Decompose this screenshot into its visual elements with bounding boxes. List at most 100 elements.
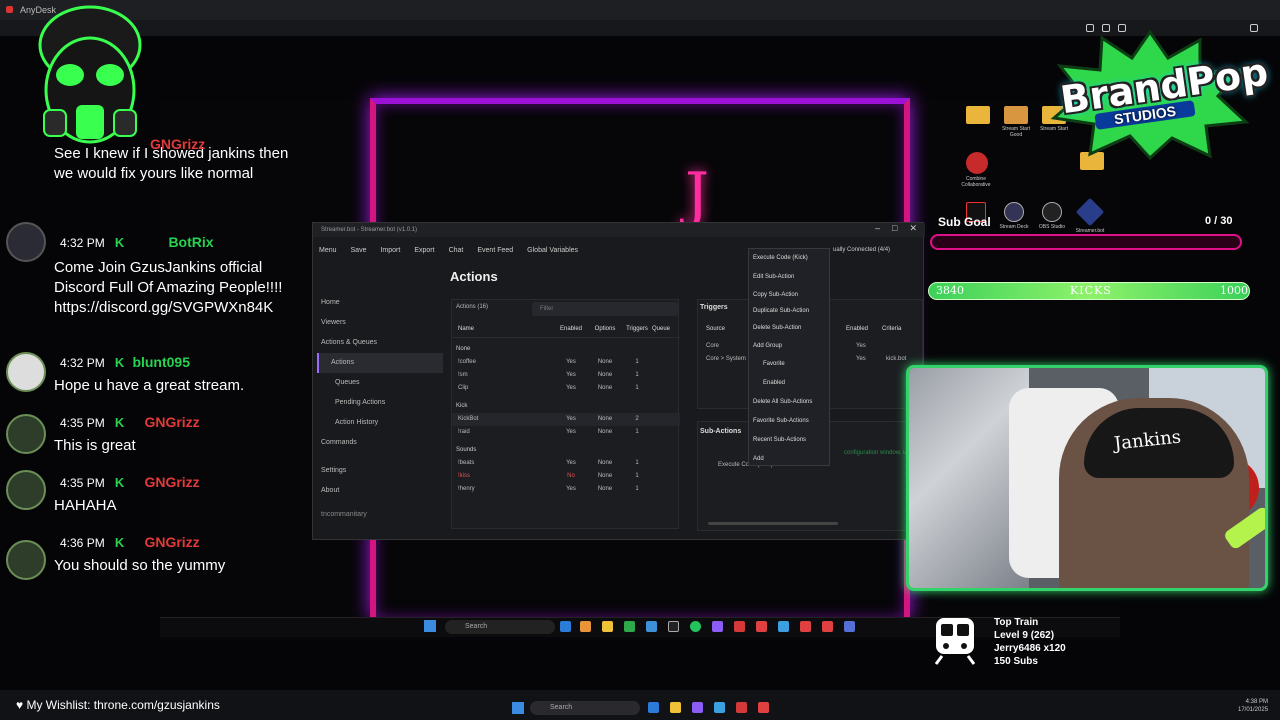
group-header[interactable]: Kick bbox=[452, 399, 680, 413]
export-button[interactable]: Export bbox=[414, 243, 434, 259]
folder-icon[interactable] bbox=[1004, 106, 1028, 124]
host-taskbar-search[interactable]: Search bbox=[530, 701, 640, 715]
app-icon[interactable] bbox=[734, 621, 745, 632]
edge-icon[interactable] bbox=[648, 702, 659, 713]
sidebar-item-about[interactable]: About bbox=[313, 481, 443, 501]
group-header[interactable]: None bbox=[452, 342, 680, 356]
app-icon[interactable] bbox=[778, 621, 789, 632]
table-row[interactable]: !coffee Yes None 1 bbox=[452, 356, 680, 369]
column-header[interactable]: Criteria bbox=[882, 326, 901, 332]
table-row[interactable]: !henry Yes None 1 bbox=[452, 483, 680, 496]
sidebar-item-action-history[interactable]: Action History bbox=[313, 413, 443, 433]
toolbar-icon[interactable] bbox=[1250, 24, 1258, 32]
obs-icon[interactable] bbox=[1042, 202, 1062, 222]
minimize-icon[interactable]: – bbox=[875, 223, 880, 237]
column-header[interactable]: Name bbox=[452, 326, 554, 337]
column-header[interactable]: Enabled bbox=[554, 326, 588, 337]
stream-deck-icon[interactable] bbox=[1004, 202, 1024, 222]
menu-item-copy[interactable]: Copy Sub-Action bbox=[749, 287, 829, 303]
chat-message-header: 4:32 PM K blunt095 bbox=[60, 354, 190, 371]
menu-item-execute-code[interactable]: Execute Code (Kick) bbox=[749, 249, 829, 268]
menu-item-delete-all[interactable]: Delete All Sub-Actions bbox=[749, 393, 829, 412]
folder-icon[interactable] bbox=[966, 106, 990, 124]
message-text: This is great bbox=[54, 437, 136, 454]
table-row[interactable]: !raid Yes None 1 bbox=[452, 426, 680, 439]
filter-input[interactable]: Filter bbox=[532, 302, 678, 316]
column-header[interactable]: Enabled bbox=[846, 326, 882, 332]
explorer-icon[interactable] bbox=[670, 702, 681, 713]
spotify-icon[interactable] bbox=[690, 621, 701, 632]
table-row[interactable]: Clip Yes None 1 bbox=[452, 382, 680, 395]
sub-action-note: configuration window, u bbox=[844, 450, 907, 456]
menu-item-add-group[interactable]: Add Group bbox=[749, 337, 829, 355]
action-enabled: Yes bbox=[566, 416, 576, 422]
app-icon[interactable] bbox=[692, 702, 703, 713]
sidebar-footer-user[interactable]: tncommanitary bbox=[313, 505, 443, 525]
sidebar-item-actions[interactable]: Actions bbox=[317, 353, 443, 373]
windows-start-icon[interactable] bbox=[424, 620, 436, 632]
app-icon[interactable] bbox=[624, 621, 635, 632]
action-enabled: Yes bbox=[566, 429, 576, 435]
app-icon[interactable] bbox=[800, 621, 811, 632]
sidebar-item-pending-actions[interactable]: Pending Actions bbox=[313, 393, 443, 413]
app-icon[interactable] bbox=[580, 621, 591, 632]
table-row[interactable]: !beats Yes None 1 bbox=[452, 457, 680, 470]
avatar bbox=[6, 540, 46, 580]
app-icon[interactable] bbox=[822, 621, 833, 632]
action-name: !raid bbox=[458, 429, 470, 435]
taskbar-search[interactable]: Search bbox=[445, 620, 555, 634]
menu-item-enabled[interactable]: Enabled bbox=[749, 374, 829, 393]
sidebar-item-home[interactable]: Home bbox=[313, 293, 443, 313]
app-icon[interactable] bbox=[736, 702, 747, 713]
table-row[interactable]: KickBot Yes None 2 bbox=[452, 413, 680, 426]
group-header[interactable]: Sounds bbox=[452, 443, 680, 457]
action-triggers: 1 bbox=[635, 359, 639, 365]
action-options: None bbox=[597, 359, 613, 365]
edge-icon[interactable] bbox=[560, 621, 571, 632]
close-icon[interactable]: ✕ bbox=[909, 223, 917, 237]
connection-status: ually Connected (4/4) bbox=[833, 247, 891, 253]
menu-item-favorite[interactable]: Favorite bbox=[749, 355, 829, 374]
sidebar-item-viewers[interactable]: Viewers bbox=[313, 313, 443, 333]
chat-button[interactable]: Chat bbox=[449, 243, 464, 259]
app-icon[interactable] bbox=[712, 621, 723, 632]
windows-start-icon[interactable] bbox=[512, 702, 524, 714]
avatar bbox=[6, 222, 46, 262]
menu-item-delete[interactable]: Delete Sub-Action bbox=[749, 319, 829, 337]
action-name: !henry bbox=[458, 486, 475, 492]
menu-item-add[interactable]: Add bbox=[749, 450, 829, 469]
column-header[interactable]: Queue bbox=[652, 326, 680, 337]
explorer-icon[interactable] bbox=[602, 621, 613, 632]
app-icon[interactable] bbox=[714, 702, 725, 713]
action-name: Clip bbox=[458, 385, 469, 391]
app-icon[interactable] bbox=[646, 621, 657, 632]
global-variables-button[interactable]: Global Variables bbox=[527, 243, 578, 259]
scrollbar[interactable] bbox=[708, 522, 838, 525]
event-feed-button[interactable]: Event Feed bbox=[477, 243, 513, 259]
menu-item-favorite-sub-actions[interactable]: Favorite Sub-Actions bbox=[749, 412, 829, 431]
heart-icon: ♥ bbox=[16, 698, 27, 712]
desktop-icon-label: Stream Start Good bbox=[1001, 126, 1031, 138]
menu-item-recent[interactable]: Recent Sub-Actions bbox=[749, 431, 829, 450]
sidebar-item-queues[interactable]: Queues bbox=[313, 373, 443, 393]
tiktok-icon[interactable] bbox=[668, 621, 679, 632]
sidebar-item-actions-queues[interactable]: Actions & Queues bbox=[313, 333, 443, 353]
menu-item-duplicate[interactable]: Duplicate Sub-Action bbox=[749, 303, 829, 319]
save-button[interactable]: Save bbox=[351, 243, 367, 259]
sidebar-item-commands[interactable]: Commands bbox=[313, 433, 443, 453]
table-row[interactable]: !kiss No None 1 bbox=[452, 470, 680, 483]
menu-button[interactable]: Menu bbox=[319, 243, 337, 259]
app-icon[interactable] bbox=[844, 621, 855, 632]
table-row[interactable]: !sm Yes None 1 bbox=[452, 369, 680, 382]
menu-item-edit[interactable]: Edit Sub-Action bbox=[749, 268, 829, 287]
column-header[interactable]: Triggers bbox=[622, 326, 652, 337]
maximize-icon[interactable]: □ bbox=[892, 223, 897, 237]
action-name: !beats bbox=[458, 460, 475, 466]
column-header[interactable]: Options bbox=[588, 326, 622, 337]
anydesk-taskbar-icon[interactable] bbox=[758, 702, 769, 713]
app-icon[interactable] bbox=[756, 621, 767, 632]
import-button[interactable]: Import bbox=[380, 243, 400, 259]
sidebar-item-settings[interactable]: Settings bbox=[313, 461, 443, 481]
chat-message-header: 4:35 PM K GNGrizz bbox=[60, 414, 200, 431]
app-icon[interactable] bbox=[966, 152, 988, 174]
